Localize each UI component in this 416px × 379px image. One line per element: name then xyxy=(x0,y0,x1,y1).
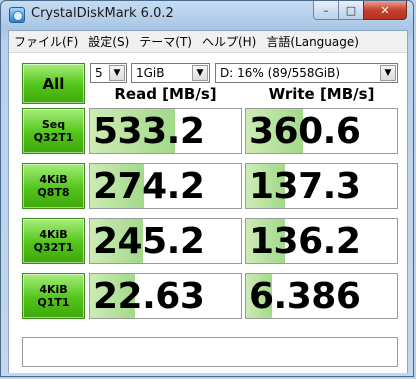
menu-bar: ファイル(F) 設定(S) テーマ(T) ヘルプ(H) 言語(Language) xyxy=(9,31,407,53)
test-button-row-3[interactable]: 4KiB Q1T1 xyxy=(22,273,85,319)
write-value: 6.386 xyxy=(249,276,361,317)
comment-field[interactable] xyxy=(22,337,398,367)
app-window: CrystalDiskMark 6.0.2 – □ ✕ ファイル(F) 設定(S… xyxy=(0,0,414,377)
chevron-down-icon: ▼ xyxy=(380,65,396,81)
write-result-cell: 137.3 xyxy=(245,163,398,209)
close-button[interactable]: ✕ xyxy=(363,1,407,20)
run-all-button[interactable]: All xyxy=(22,63,85,104)
menu-theme[interactable]: テーマ(T) xyxy=(134,33,197,50)
read-result-cell: 533.2 xyxy=(89,108,242,154)
test-name-line1: 4KiB xyxy=(39,283,68,296)
menu-language[interactable]: 言語(Language) xyxy=(261,33,364,50)
write-value: 137.3 xyxy=(249,166,361,207)
read-result-cell: 245.2 xyxy=(89,218,242,264)
test-name-line2: Q32T1 xyxy=(33,241,74,254)
menu-file[interactable]: ファイル(F) xyxy=(9,33,83,50)
test-name-line2: Q8T8 xyxy=(37,186,70,199)
maximize-button[interactable]: □ xyxy=(338,1,364,20)
drive-value: D: 16% (89/558GiB) xyxy=(220,66,341,80)
drive-select[interactable]: D: 16% (89/558GiB) ▼ xyxy=(215,63,398,83)
minimize-button[interactable]: – xyxy=(313,1,339,20)
menu-settings[interactable]: 設定(S) xyxy=(83,33,134,50)
benchmark-panel: All 5 ▼ 1GiB ▼ D: 16% (89/558GiB) ▼ Read… xyxy=(9,53,407,373)
menu-help[interactable]: ヘルプ(H) xyxy=(197,33,261,50)
write-result-cell: 136.2 xyxy=(245,218,398,264)
write-header: Write [MB/s] xyxy=(268,85,375,103)
client-area: ファイル(F) 設定(S) テーマ(T) ヘルプ(H) 言語(Language)… xyxy=(8,30,408,373)
test-size-select[interactable]: 1GiB ▼ xyxy=(131,63,210,83)
chevron-down-icon: ▼ xyxy=(109,65,125,81)
test-button-row-0[interactable]: Seq Q32T1 xyxy=(22,108,85,154)
title-bar[interactable]: CrystalDiskMark 6.0.2 – □ ✕ xyxy=(1,1,413,29)
write-value: 360.6 xyxy=(249,111,361,152)
test-name-line1: Seq xyxy=(41,118,66,131)
read-value: 533.2 xyxy=(93,111,205,152)
test-name-line2: Q1T1 xyxy=(37,296,70,309)
read-value: 22.63 xyxy=(93,276,205,317)
test-name-line1: 4KiB xyxy=(39,173,68,186)
window-title: CrystalDiskMark 6.0.2 xyxy=(31,6,174,21)
window-controls: – □ ✕ xyxy=(313,1,407,21)
read-header: Read [MB/s] xyxy=(114,85,217,103)
read-result-cell: 22.63 xyxy=(89,273,242,319)
read-value: 245.2 xyxy=(93,221,205,262)
chevron-down-icon: ▼ xyxy=(192,65,208,81)
test-button-row-1[interactable]: 4KiB Q8T8 xyxy=(22,163,85,209)
write-result-cell: 360.6 xyxy=(245,108,398,154)
read-result-cell: 274.2 xyxy=(89,163,242,209)
test-count-value: 5 xyxy=(95,66,103,80)
app-icon xyxy=(9,7,25,23)
test-count-select[interactable]: 5 ▼ xyxy=(90,63,127,83)
test-size-value: 1GiB xyxy=(136,66,165,80)
read-value: 274.2 xyxy=(93,166,205,207)
test-name-line2: Q32T1 xyxy=(33,131,74,144)
write-result-cell: 6.386 xyxy=(245,273,398,319)
write-value: 136.2 xyxy=(249,221,361,262)
test-name-line1: 4KiB xyxy=(39,228,68,241)
test-button-row-2[interactable]: 4KiB Q32T1 xyxy=(22,218,85,264)
